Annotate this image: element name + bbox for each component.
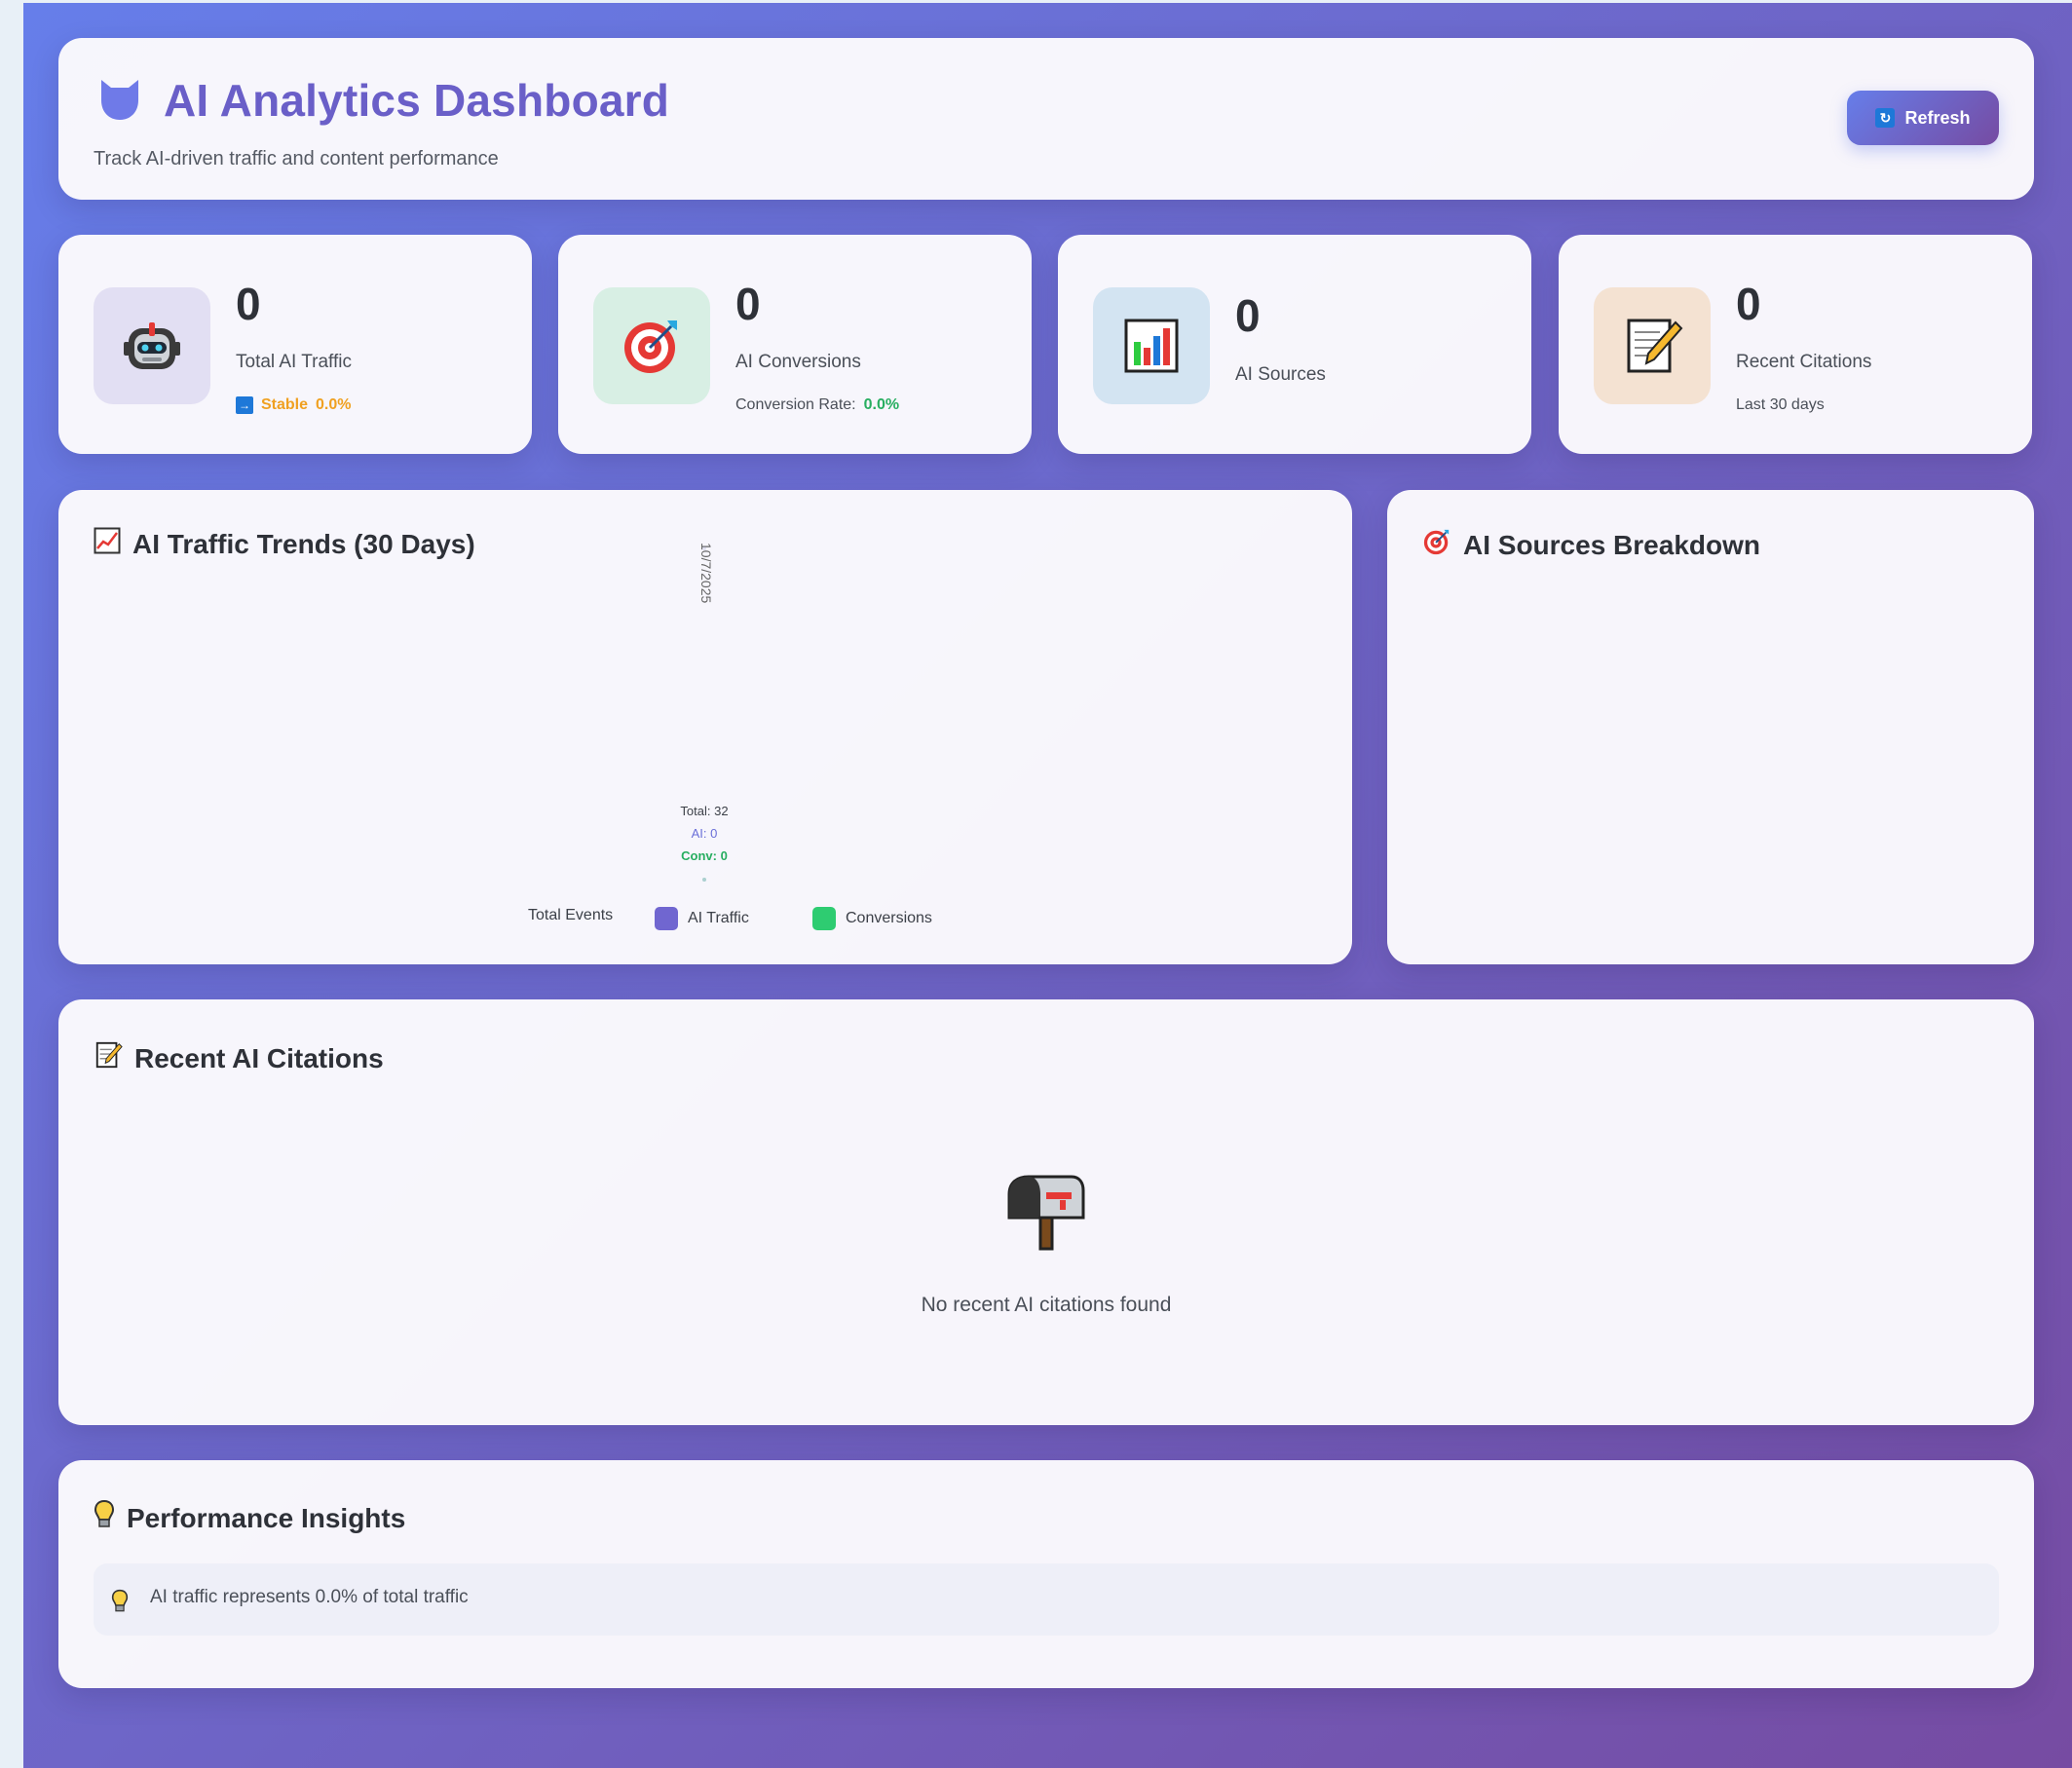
- sources-panel: AI Sources Breakdown: [1387, 490, 2034, 964]
- insight-item: AI traffic represents 0.0% of total traf…: [94, 1563, 1999, 1636]
- stat-value: 0: [1235, 290, 1261, 341]
- stat-card-recent-citations: 0 Recent Citations Last 30 days: [1559, 235, 2032, 454]
- stat-value: 0: [236, 279, 261, 329]
- sources-title: AI Sources Breakdown: [1422, 527, 1760, 563]
- dashboard-background: AI Analytics Dashboard Track AI-driven t…: [23, 3, 2072, 1768]
- trends-panel: AI Traffic Trends (30 Days) 10/7/2025 To…: [58, 490, 1352, 964]
- legend-label: Total Events: [528, 907, 614, 923]
- legend-swatch: [812, 907, 836, 930]
- conversion-rate: Conversion Rate: 0.0%: [735, 396, 899, 414]
- stat-trend: → Stable 0.0%: [236, 396, 351, 414]
- insights-title: Performance Insights: [94, 1499, 405, 1537]
- page-subtitle: Track AI-driven traffic and content perf…: [94, 148, 499, 169]
- stat-label: Recent Citations: [1736, 352, 1872, 372]
- stat-value: 0: [735, 279, 761, 329]
- shield-icon: [95, 75, 144, 124]
- citations-title-text: Recent AI Citations: [134, 1042, 384, 1073]
- bar-chart-icon: [1093, 287, 1210, 404]
- period-label: Last 30 days: [1736, 396, 1825, 413]
- stat-card-ai-traffic: 0 Total AI Traffic → Stable 0.0%: [58, 235, 532, 454]
- trend-value: 0.0%: [316, 396, 352, 413]
- empty-state-text: No recent AI citations found: [921, 1294, 1172, 1316]
- citations-title: Recent AI Citations: [94, 1040, 384, 1076]
- legend-item-conversions[interactable]: Conversions: [812, 907, 932, 930]
- legend-item-total-events[interactable]: Total Events: [528, 907, 613, 924]
- x-tick-label: 10/7/2025: [698, 543, 714, 603]
- arrow-right-icon: →: [236, 396, 253, 414]
- stat-sublabel: Last 30 days: [1736, 396, 1825, 414]
- refresh-button[interactable]: ↻ Refresh: [1847, 91, 1999, 145]
- tooltip-total: Total: 32: [680, 804, 728, 818]
- refresh-label: Refresh: [1904, 107, 1971, 128]
- target-icon: [593, 287, 710, 404]
- insights-panel: Performance Insights AI traffic represen…: [58, 1460, 2034, 1688]
- memo-icon: [94, 1040, 123, 1076]
- lightbulb-icon: [111, 1589, 129, 1619]
- stat-card-ai-sources: 0 AI Sources: [1058, 235, 1531, 454]
- citations-panel: Recent AI Citations No recent AI citatio…: [58, 999, 2034, 1425]
- data-point-total-events[interactable]: [702, 546, 706, 550]
- stat-value: 0: [1736, 279, 1761, 329]
- lightbulb-icon: [94, 1499, 115, 1537]
- tooltip-ai: AI: 0: [692, 826, 718, 841]
- trend-chart: 10/7/2025 Total: 32 AI: 0 Conv: 0: [680, 543, 729, 882]
- conversion-rate-label: Conversion Rate:: [735, 396, 856, 413]
- refresh-icon: ↻: [1875, 108, 1896, 128]
- stat-label: AI Sources: [1235, 364, 1326, 385]
- legend-item-ai-traffic[interactable]: AI Traffic: [655, 907, 749, 930]
- page-title: AI Analytics Dashboard: [164, 75, 670, 126]
- legend-swatch: [655, 907, 678, 930]
- stat-label: AI Conversions: [735, 352, 861, 372]
- memo-icon: [1594, 287, 1711, 404]
- tooltip-conv: Conv: 0: [681, 848, 728, 863]
- stat-card-ai-conversions: 0 AI Conversions Conversion Rate: 0.0%: [558, 235, 1032, 454]
- sources-title-text: AI Sources Breakdown: [1463, 529, 1760, 560]
- header-card: AI Analytics Dashboard Track AI-driven t…: [58, 38, 2034, 200]
- insight-text: AI traffic represents 0.0% of total traf…: [150, 1587, 469, 1607]
- legend-label: AI Traffic: [688, 910, 749, 926]
- legend-label: Conversions: [846, 910, 932, 926]
- insights-title-text: Performance Insights: [127, 1502, 406, 1533]
- conversion-rate-value: 0.0%: [863, 396, 900, 413]
- mailbox-icon: [1003, 1171, 1085, 1253]
- trend-label: Stable: [261, 396, 309, 413]
- robot-icon: [94, 287, 210, 404]
- target-icon: [1422, 527, 1451, 563]
- stat-label: Total AI Traffic: [236, 352, 352, 372]
- data-point-conversions[interactable]: [702, 878, 706, 882]
